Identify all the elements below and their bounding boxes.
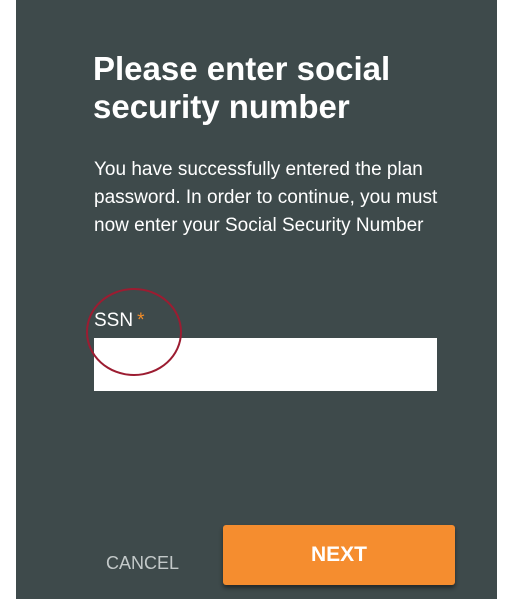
ssn-label-text: SSN — [94, 310, 134, 331]
ssn-dialog: Please enter social security number You … — [16, 0, 497, 599]
next-button[interactable]: NEXT — [223, 525, 455, 585]
ssn-input[interactable] — [94, 338, 437, 391]
required-asterisk: * — [137, 310, 145, 331]
ssn-label: SSN * — [94, 310, 144, 332]
dialog-title: Please enter social security number — [93, 50, 391, 125]
dialog-description: You have successfully entered the plan p… — [94, 159, 438, 236]
cancel-button[interactable]: CANCEL — [96, 545, 196, 581]
